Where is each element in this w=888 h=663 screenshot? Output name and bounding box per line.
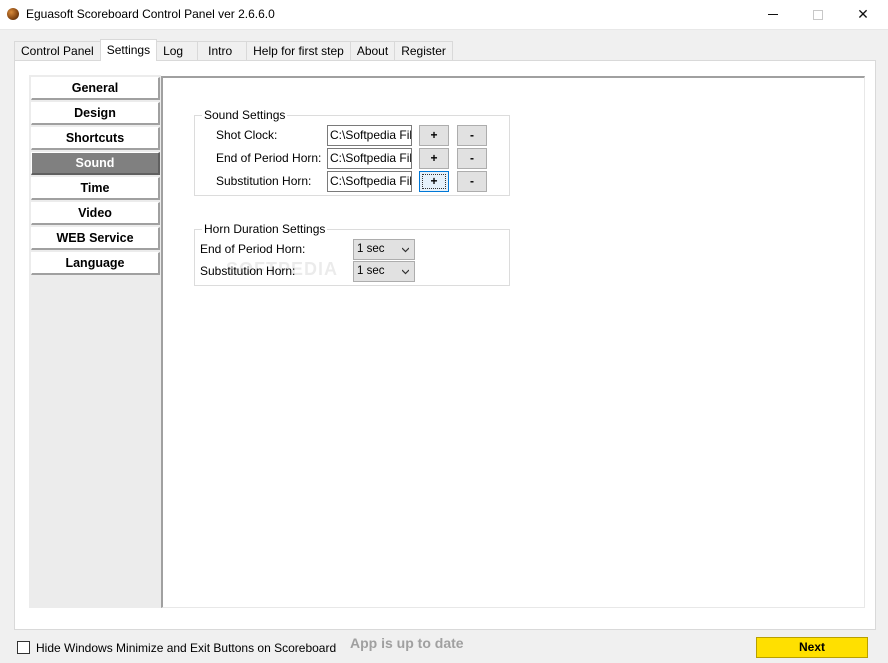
sidebar-item-shortcuts[interactable]: Shortcuts bbox=[31, 127, 160, 150]
title-bar: Eguasoft Scoreboard Control Panel ver 2.… bbox=[0, 0, 888, 30]
substitution-horn-add-button[interactable]: + bbox=[419, 171, 449, 192]
tab-log[interactable]: Log bbox=[156, 41, 199, 61]
sound-settings-group: Sound Settings Shot Clock: C:\Softpedia … bbox=[194, 108, 510, 196]
shot-clock-remove-button[interactable]: - bbox=[457, 125, 487, 146]
tab-help-first-step[interactable]: Help for first step bbox=[246, 41, 351, 61]
next-button[interactable]: Next bbox=[756, 637, 868, 658]
chevron-down-icon bbox=[402, 247, 409, 253]
substitution-horn-label: Substitution Horn: bbox=[216, 174, 312, 188]
substitution-duration-select[interactable]: 1 sec bbox=[353, 261, 415, 282]
sidebar-item-sound[interactable]: Sound bbox=[31, 152, 160, 175]
maximize-button[interactable] bbox=[795, 0, 841, 29]
minimize-button[interactable] bbox=[750, 0, 796, 29]
sidebar-item-web-service[interactable]: WEB Service bbox=[31, 227, 160, 250]
select-value: 1 sec bbox=[357, 265, 385, 277]
sidebar-item-design[interactable]: Design bbox=[31, 102, 160, 125]
tab-settings[interactable]: Settings bbox=[99, 39, 158, 61]
sidebar-item-time[interactable]: Time bbox=[31, 177, 160, 200]
settings-sidebar: General Design Shortcuts Sound Time Vide… bbox=[29, 75, 161, 608]
close-icon: ✕ bbox=[857, 6, 869, 22]
close-button[interactable]: ✕ bbox=[840, 0, 886, 29]
watermark: SOFTPEDIA bbox=[226, 259, 339, 279]
group-title: Sound Settings bbox=[202, 108, 288, 122]
maximize-icon bbox=[813, 9, 823, 20]
hide-buttons-label[interactable]: Hide Windows Minimize and Exit Buttons o… bbox=[36, 641, 336, 655]
hide-buttons-checkbox[interactable] bbox=[17, 641, 30, 654]
app-logo-icon bbox=[7, 8, 19, 20]
sidebar-item-language[interactable]: Language bbox=[31, 252, 160, 275]
window-title: Eguasoft Scoreboard Control Panel ver 2.… bbox=[26, 7, 275, 21]
minimize-icon bbox=[768, 14, 778, 15]
tab-register[interactable]: Register bbox=[394, 41, 453, 61]
select-value: 1 sec bbox=[357, 243, 385, 255]
end-period-horn-add-button[interactable]: + bbox=[419, 148, 449, 169]
end-period-horn-remove-button[interactable]: - bbox=[457, 148, 487, 169]
sidebar-item-general[interactable]: General bbox=[31, 77, 160, 100]
group-title: Horn Duration Settings bbox=[202, 222, 328, 236]
substitution-horn-path-field[interactable]: C:\Softpedia Files\ bbox=[327, 171, 412, 192]
sidebar-item-video[interactable]: Video bbox=[31, 202, 160, 225]
end-period-horn-label: End of Period Horn: bbox=[216, 151, 322, 165]
substitution-horn-remove-button[interactable]: - bbox=[457, 171, 487, 192]
end-period-horn-path-field[interactable]: C:\Softpedia Files\ bbox=[327, 148, 412, 169]
tab-about[interactable]: About bbox=[349, 41, 396, 61]
main-tabs: Control Panel Settings Log Intro Help fo… bbox=[14, 39, 453, 61]
sound-settings-panel: Sound Settings Shot Clock: C:\Softpedia … bbox=[161, 76, 865, 608]
chevron-down-icon bbox=[402, 269, 409, 275]
shot-clock-path-field[interactable]: C:\Softpedia Files\ bbox=[327, 125, 412, 146]
end-period-duration-select[interactable]: 1 sec bbox=[353, 239, 415, 260]
end-period-duration-label: End of Period Horn: bbox=[200, 242, 306, 256]
tab-control-panel[interactable]: Control Panel bbox=[14, 41, 101, 61]
tab-intro[interactable]: Intro bbox=[197, 41, 248, 61]
shot-clock-add-button[interactable]: + bbox=[419, 125, 449, 146]
shot-clock-label: Shot Clock: bbox=[216, 128, 278, 142]
update-status: App is up to date bbox=[350, 635, 464, 651]
